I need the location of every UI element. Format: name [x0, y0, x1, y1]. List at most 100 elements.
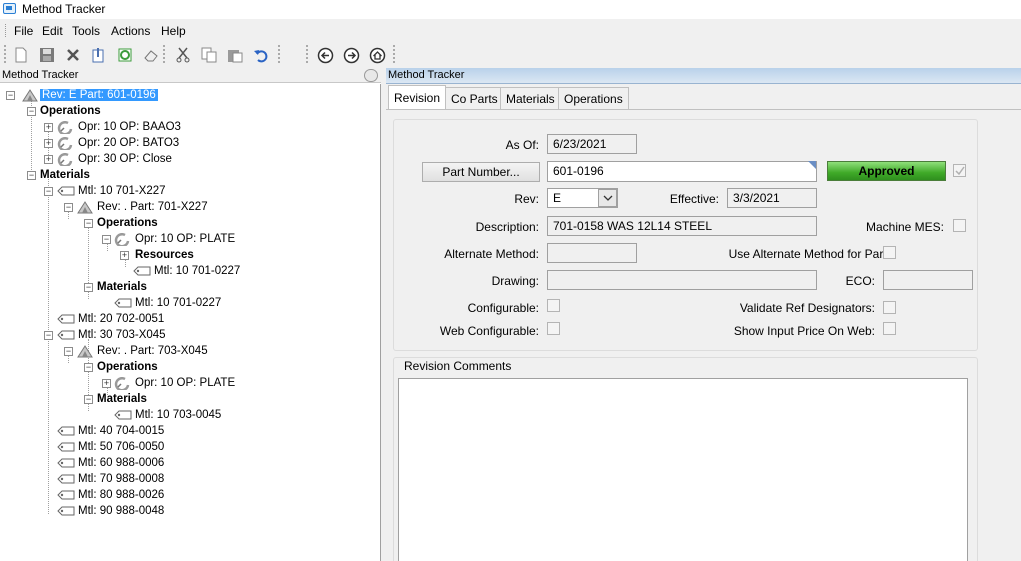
menu-help[interactable]: Help	[161, 24, 186, 38]
tree-folder-node[interactable]: Materials	[40, 169, 90, 181]
tree-folder-node[interactable]: Materials	[97, 281, 147, 293]
tree-row[interactable]: Mtl: 40 704-0015	[78, 424, 164, 439]
description-field[interactable]: 701-0158 WAS 12L14 STEEL	[547, 216, 817, 236]
eco-field[interactable]	[883, 270, 973, 290]
tree-node[interactable]: Mtl: 60 988-0006	[78, 457, 164, 469]
tree-folder-node[interactable]: Operations	[97, 217, 158, 229]
expand-icon[interactable]: +	[120, 251, 129, 260]
tree-node-selected[interactable]: Rev: E Part: 601-0196	[40, 89, 158, 101]
eraser-icon[interactable]	[142, 46, 160, 64]
tab-co-parts[interactable]: Co Parts	[445, 87, 504, 109]
collapse-icon[interactable]: −	[64, 203, 73, 212]
expand-icon[interactable]: +	[44, 155, 53, 164]
collapse-icon[interactable]: −	[84, 283, 93, 292]
tree-node[interactable]: Opr: 10 OP: BAAO3	[78, 121, 181, 133]
tree-node[interactable]: Mtl: 40 704-0015	[78, 425, 164, 437]
undo-icon[interactable]	[252, 46, 270, 64]
collapse-icon[interactable]: −	[6, 91, 15, 100]
web-configurable-checkbox[interactable]	[547, 322, 560, 335]
show-input-price-checkbox[interactable]	[883, 322, 896, 335]
collapse-icon[interactable]: −	[27, 171, 36, 180]
tree-folder-node[interactable]: Materials	[97, 393, 147, 405]
tree-node[interactable]: Mtl: 10 703-0045	[135, 409, 221, 421]
delete-icon[interactable]	[64, 46, 82, 64]
cut-icon[interactable]	[174, 46, 192, 64]
alternate-method-field[interactable]	[547, 243, 637, 263]
tree-node[interactable]: Mtl: 20 702-0051	[78, 313, 164, 325]
tab-revision[interactable]: Revision	[388, 85, 447, 109]
tree-row[interactable]: Mtl: 60 988-0006	[78, 456, 164, 471]
tree-folder-node[interactable]: Operations	[97, 361, 158, 373]
tab-operations[interactable]: Operations	[558, 87, 629, 109]
tree-row[interactable]: Mtl: 10 701-0227	[154, 264, 240, 279]
tree-row[interactable]: Mtl: 50 706-0050	[78, 440, 164, 455]
collapse-icon[interactable]: −	[84, 395, 93, 404]
save-icon[interactable]	[38, 46, 56, 64]
tree-row[interactable]: Mtl: 10 701-0227	[135, 296, 221, 311]
tree-node[interactable]: Mtl: 90 988-0048	[78, 505, 164, 517]
tree-node[interactable]: Opr: 10 OP: PLATE	[135, 233, 235, 245]
validate-ref-designators-checkbox[interactable]	[883, 301, 896, 314]
collapse-icon[interactable]: −	[102, 235, 111, 244]
collapse-icon[interactable]: −	[84, 363, 93, 372]
tree-node[interactable]: Mtl: 80 988-0026	[78, 489, 164, 501]
tree-row[interactable]: Mtl: 30 703-X045	[78, 328, 166, 343]
tree-row[interactable]: Opr: 10 OP: PLATE	[135, 376, 235, 391]
tree-row[interactable]: Materials	[97, 280, 147, 295]
pin-icon[interactable]	[364, 69, 378, 82]
tree-node[interactable]: Opr: 20 OP: BATO3	[78, 137, 179, 149]
tree-row[interactable]: Rev: . Part: 701-X227	[97, 200, 208, 215]
use-alternate-method-checkbox[interactable]	[883, 246, 896, 259]
tree-node[interactable]: Opr: 30 OP: Close	[78, 153, 172, 165]
expand-icon[interactable]: +	[102, 379, 111, 388]
tree-row[interactable]: Operations	[97, 216, 158, 231]
tree-node[interactable]: Mtl: 30 703-X045	[78, 329, 166, 341]
machine-mes-checkbox[interactable]	[953, 219, 966, 232]
collapse-icon[interactable]: −	[44, 187, 53, 196]
tree-row[interactable]: Resources	[135, 248, 194, 263]
effective-field[interactable]: 3/3/2021	[727, 188, 817, 208]
tree-row[interactable]: Operations	[40, 104, 101, 119]
configurable-checkbox[interactable]	[547, 299, 560, 312]
part-number-button[interactable]: Part Number...	[422, 162, 540, 182]
tree-row[interactable]: Opr: 20 OP: BATO3	[78, 136, 179, 151]
tree-node[interactable]: Rev: . Part: 701-X227	[97, 201, 208, 213]
tree-row[interactable]: Materials	[97, 392, 147, 407]
tree-row[interactable]: Opr: 10 OP: PLATE	[135, 232, 235, 247]
part-number-field[interactable]: 601-0196	[547, 161, 817, 182]
as-of-field[interactable]: 6/23/2021	[547, 134, 637, 154]
tree-row[interactable]: Opr: 10 OP: BAAO3	[78, 120, 181, 135]
tree-node[interactable]: Mtl: 10 701-0227	[135, 297, 221, 309]
tree-row[interactable]: Mtl: 10 701-X227	[78, 184, 166, 199]
tree-node[interactable]: Rev: . Part: 703-X045	[97, 345, 208, 357]
collapse-icon[interactable]: −	[27, 107, 36, 116]
tree-row[interactable]: Opr: 30 OP: Close	[78, 152, 172, 167]
home-icon[interactable]	[368, 46, 386, 64]
tree-row[interactable]: Materials	[40, 168, 90, 183]
menu-file[interactable]: File	[14, 24, 33, 38]
drawing-field[interactable]	[547, 270, 817, 290]
menu-actions[interactable]: Actions	[111, 24, 150, 38]
copy-icon[interactable]	[200, 46, 218, 64]
tree-node[interactable]: Mtl: 10 701-0227	[154, 265, 240, 277]
tree-node[interactable]: Mtl: 10 701-X227	[78, 185, 166, 197]
expand-icon[interactable]: +	[44, 139, 53, 148]
paste-icon[interactable]	[226, 46, 244, 64]
tree-row[interactable]: Mtl: 70 988-0008	[78, 472, 164, 487]
tree-row[interactable]: Mtl: 80 988-0026	[78, 488, 164, 503]
collapse-icon[interactable]: −	[44, 331, 53, 340]
chevron-down-icon[interactable]	[598, 189, 617, 207]
tree-row[interactable]: Mtl: 20 702-0051	[78, 312, 164, 327]
menu-edit[interactable]: Edit	[42, 24, 63, 38]
tree-row[interactable]: Mtl: 10 703-0045	[135, 408, 221, 423]
approved-checkbox[interactable]	[953, 164, 966, 177]
attachment-icon[interactable]	[90, 46, 108, 64]
tree-node[interactable]: Mtl: 70 988-0008	[78, 473, 164, 485]
tree-row[interactable]: Mtl: 90 988-0048	[78, 504, 164, 519]
forward-icon[interactable]	[342, 46, 360, 64]
tree-folder-node[interactable]: Operations	[40, 105, 101, 117]
menu-tools[interactable]: Tools	[72, 24, 100, 38]
expand-icon[interactable]: +	[44, 123, 53, 132]
tree-row[interactable]: Rev: E Part: 601-0196	[40, 88, 158, 103]
revision-comments-textarea[interactable]	[398, 378, 968, 561]
